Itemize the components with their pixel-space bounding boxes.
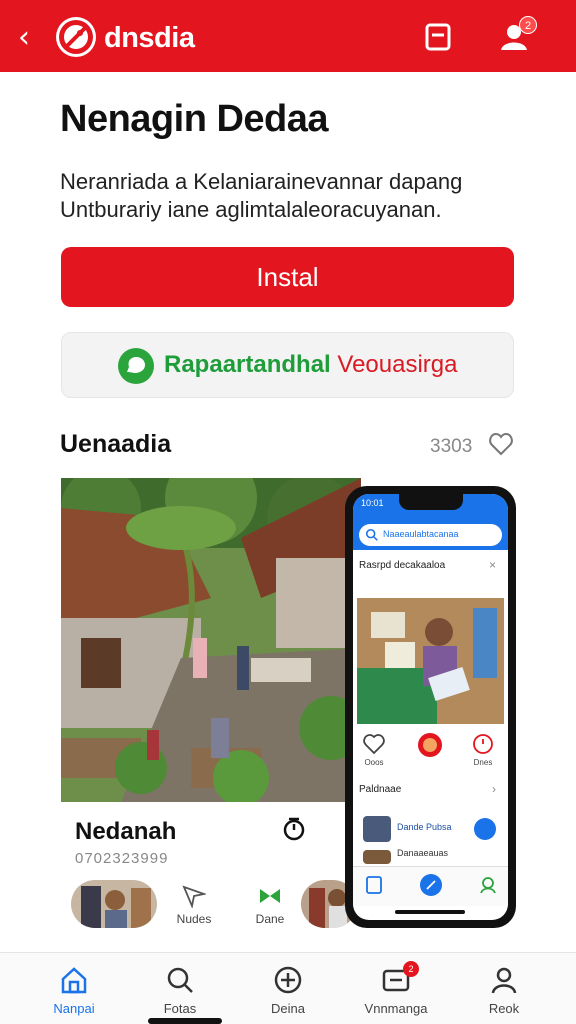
phone-list-title: Paldnaae › bbox=[359, 782, 496, 796]
search-icon bbox=[165, 965, 195, 995]
phone-sticker-icon[interactable] bbox=[417, 732, 443, 758]
app-description: Neranriada a Kelaniarainevannar dapang U… bbox=[60, 169, 463, 222]
strip-label-1: Nudes bbox=[176, 912, 212, 926]
brand-name: dnsdia bbox=[104, 22, 195, 54]
phone-list-item-2[interactable]: Danaaeauas bbox=[359, 846, 502, 866]
phone-item-thumb bbox=[363, 850, 391, 864]
phone-action-label-3: Dnes bbox=[473, 758, 493, 767]
tab-label: Nanpai bbox=[53, 1001, 95, 1016]
phone-post-title: Rasrpd decakaaloa × bbox=[359, 558, 496, 572]
app-title: Nenagin Dedaa bbox=[60, 98, 329, 140]
tab-search[interactable]: Fotas bbox=[130, 963, 230, 1023]
media-info: Nedanah 0702323999 bbox=[61, 802, 351, 878]
tab-label: Vnnmanga bbox=[364, 1001, 428, 1016]
media-code: 0702323999 bbox=[75, 850, 169, 867]
phone-status-time: 10:01 bbox=[361, 498, 384, 508]
village-photo[interactable] bbox=[61, 478, 361, 802]
tab-label: Deina bbox=[271, 1001, 305, 1016]
tab-label: Reok bbox=[488, 1001, 520, 1016]
bowtie-icon[interactable] bbox=[258, 884, 282, 908]
phone-item-label: Dande Pubsa bbox=[397, 822, 452, 832]
phone-search-bar[interactable]: Naaeaulabtacanaa bbox=[359, 524, 502, 546]
like-count: 3303 bbox=[430, 436, 473, 457]
app-header: ‹ dnsdia 2 bbox=[0, 0, 576, 72]
phone-chevron-right-icon[interactable]: › bbox=[492, 782, 496, 796]
phone-close-icon[interactable]: × bbox=[489, 558, 496, 572]
notification-badge: 2 bbox=[519, 16, 537, 34]
thumbnail-people[interactable] bbox=[71, 880, 157, 928]
secondary-action-label: Rapaartandhal Veouasirga bbox=[164, 351, 458, 378]
phone-item-label: Danaaeauas bbox=[397, 848, 449, 858]
account-icon[interactable]: 2 bbox=[497, 16, 537, 54]
home-indicator bbox=[148, 1018, 222, 1024]
brand-logo-icon bbox=[56, 17, 96, 57]
phone-search-placeholder: Naaeaulabtacanaa bbox=[383, 529, 459, 539]
strip-label-2: Dane bbox=[255, 912, 285, 926]
media-strip: Nudes Dane bbox=[61, 878, 361, 930]
tab-label: Fotas bbox=[163, 1001, 197, 1016]
phone-action-label-1: Ooos bbox=[364, 758, 384, 767]
phone-timer-icon[interactable] bbox=[471, 732, 495, 756]
phone-post-photo[interactable] bbox=[357, 598, 504, 724]
tab-inbox[interactable]: 2 Vnnmanga bbox=[346, 961, 446, 1023]
media-name: Nedanah bbox=[75, 818, 177, 845]
tab-create[interactable]: Deina bbox=[238, 963, 338, 1023]
send-icon[interactable] bbox=[182, 884, 208, 910]
bottom-navigation: Nanpai Fotas Deina 2 Vnnmanga Reok bbox=[0, 952, 576, 1024]
inbox-icon: 2 bbox=[381, 961, 419, 995]
note-icon[interactable] bbox=[421, 20, 455, 54]
phone-post-actions: Ooos Dnes bbox=[353, 726, 508, 776]
phone-list-item-1[interactable]: Dande Pubsa bbox=[359, 812, 502, 846]
phone-item-thumb bbox=[363, 816, 391, 842]
heart-icon[interactable] bbox=[488, 431, 514, 457]
phone-home-indicator bbox=[395, 910, 465, 914]
home-icon bbox=[59, 965, 89, 995]
phone-arrow-icon[interactable] bbox=[474, 818, 496, 840]
phone-heart-icon[interactable] bbox=[362, 732, 386, 756]
phone-bottom-nav bbox=[353, 866, 508, 906]
profile-icon bbox=[489, 965, 519, 995]
clock-icon[interactable] bbox=[281, 816, 307, 842]
chat-bubble-icon bbox=[118, 348, 154, 384]
phone-screen: 10:01 Naaeaulabtacanaa Rasrpd decakaaloa… bbox=[353, 494, 508, 920]
back-button[interactable]: ‹ bbox=[18, 20, 48, 56]
section-title: Uenaadia bbox=[60, 430, 172, 458]
install-button[interactable]: Instal bbox=[61, 247, 514, 307]
tab-home[interactable]: Nanpai bbox=[24, 963, 124, 1023]
phone-notch bbox=[399, 494, 463, 510]
inbox-badge: 2 bbox=[403, 961, 419, 977]
phone-search-icon bbox=[365, 528, 378, 541]
plus-circle-icon bbox=[273, 965, 303, 995]
tab-profile[interactable]: Reok bbox=[454, 963, 554, 1023]
phone-mockup: 10:01 Naaeaulabtacanaa Rasrpd decakaaloa… bbox=[345, 486, 516, 928]
secondary-action-button[interactable]: Rapaartandhal Veouasirga bbox=[61, 332, 514, 398]
